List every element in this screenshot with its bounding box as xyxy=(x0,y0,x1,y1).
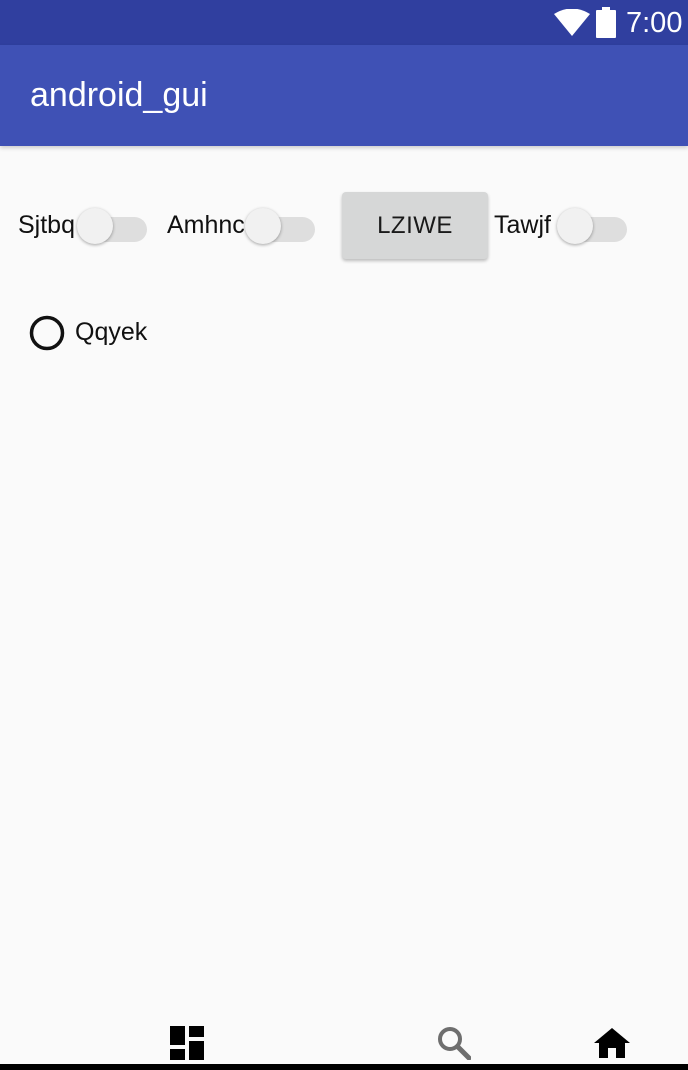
status-time: 7:00 xyxy=(626,7,683,39)
switch-label-tawjf: Tawjf xyxy=(494,211,551,239)
radio-qqyek[interactable] xyxy=(29,315,65,351)
switch-thumb xyxy=(77,208,113,244)
switch-sjtbq[interactable] xyxy=(77,206,147,244)
app-bar: android_gui xyxy=(0,45,688,146)
switch-label-amhnc: Amhnc xyxy=(167,211,245,239)
battery-icon xyxy=(596,7,616,38)
switch-amhnc[interactable] xyxy=(245,206,315,244)
app-screen: 7:00 android_gui Sjtbq Amhnc LZIWE Tawjf… xyxy=(0,0,688,1070)
lziwe-button[interactable]: LZIWE xyxy=(342,192,488,259)
status-bar: 7:00 xyxy=(0,0,688,45)
bottom-edge xyxy=(0,1064,688,1070)
app-title: android_gui xyxy=(30,76,208,114)
wifi-icon xyxy=(554,9,590,36)
switch-thumb xyxy=(557,208,593,244)
dashboard-icon[interactable] xyxy=(170,1026,204,1060)
radio-label-qqyek[interactable]: Qqyek xyxy=(75,317,147,347)
home-icon[interactable] xyxy=(594,1026,630,1060)
switch-label-sjtbq: Sjtbq xyxy=(18,211,75,239)
switch-thumb xyxy=(245,208,281,244)
search-icon[interactable] xyxy=(437,1026,471,1060)
switch-tawjf[interactable] xyxy=(557,206,627,244)
